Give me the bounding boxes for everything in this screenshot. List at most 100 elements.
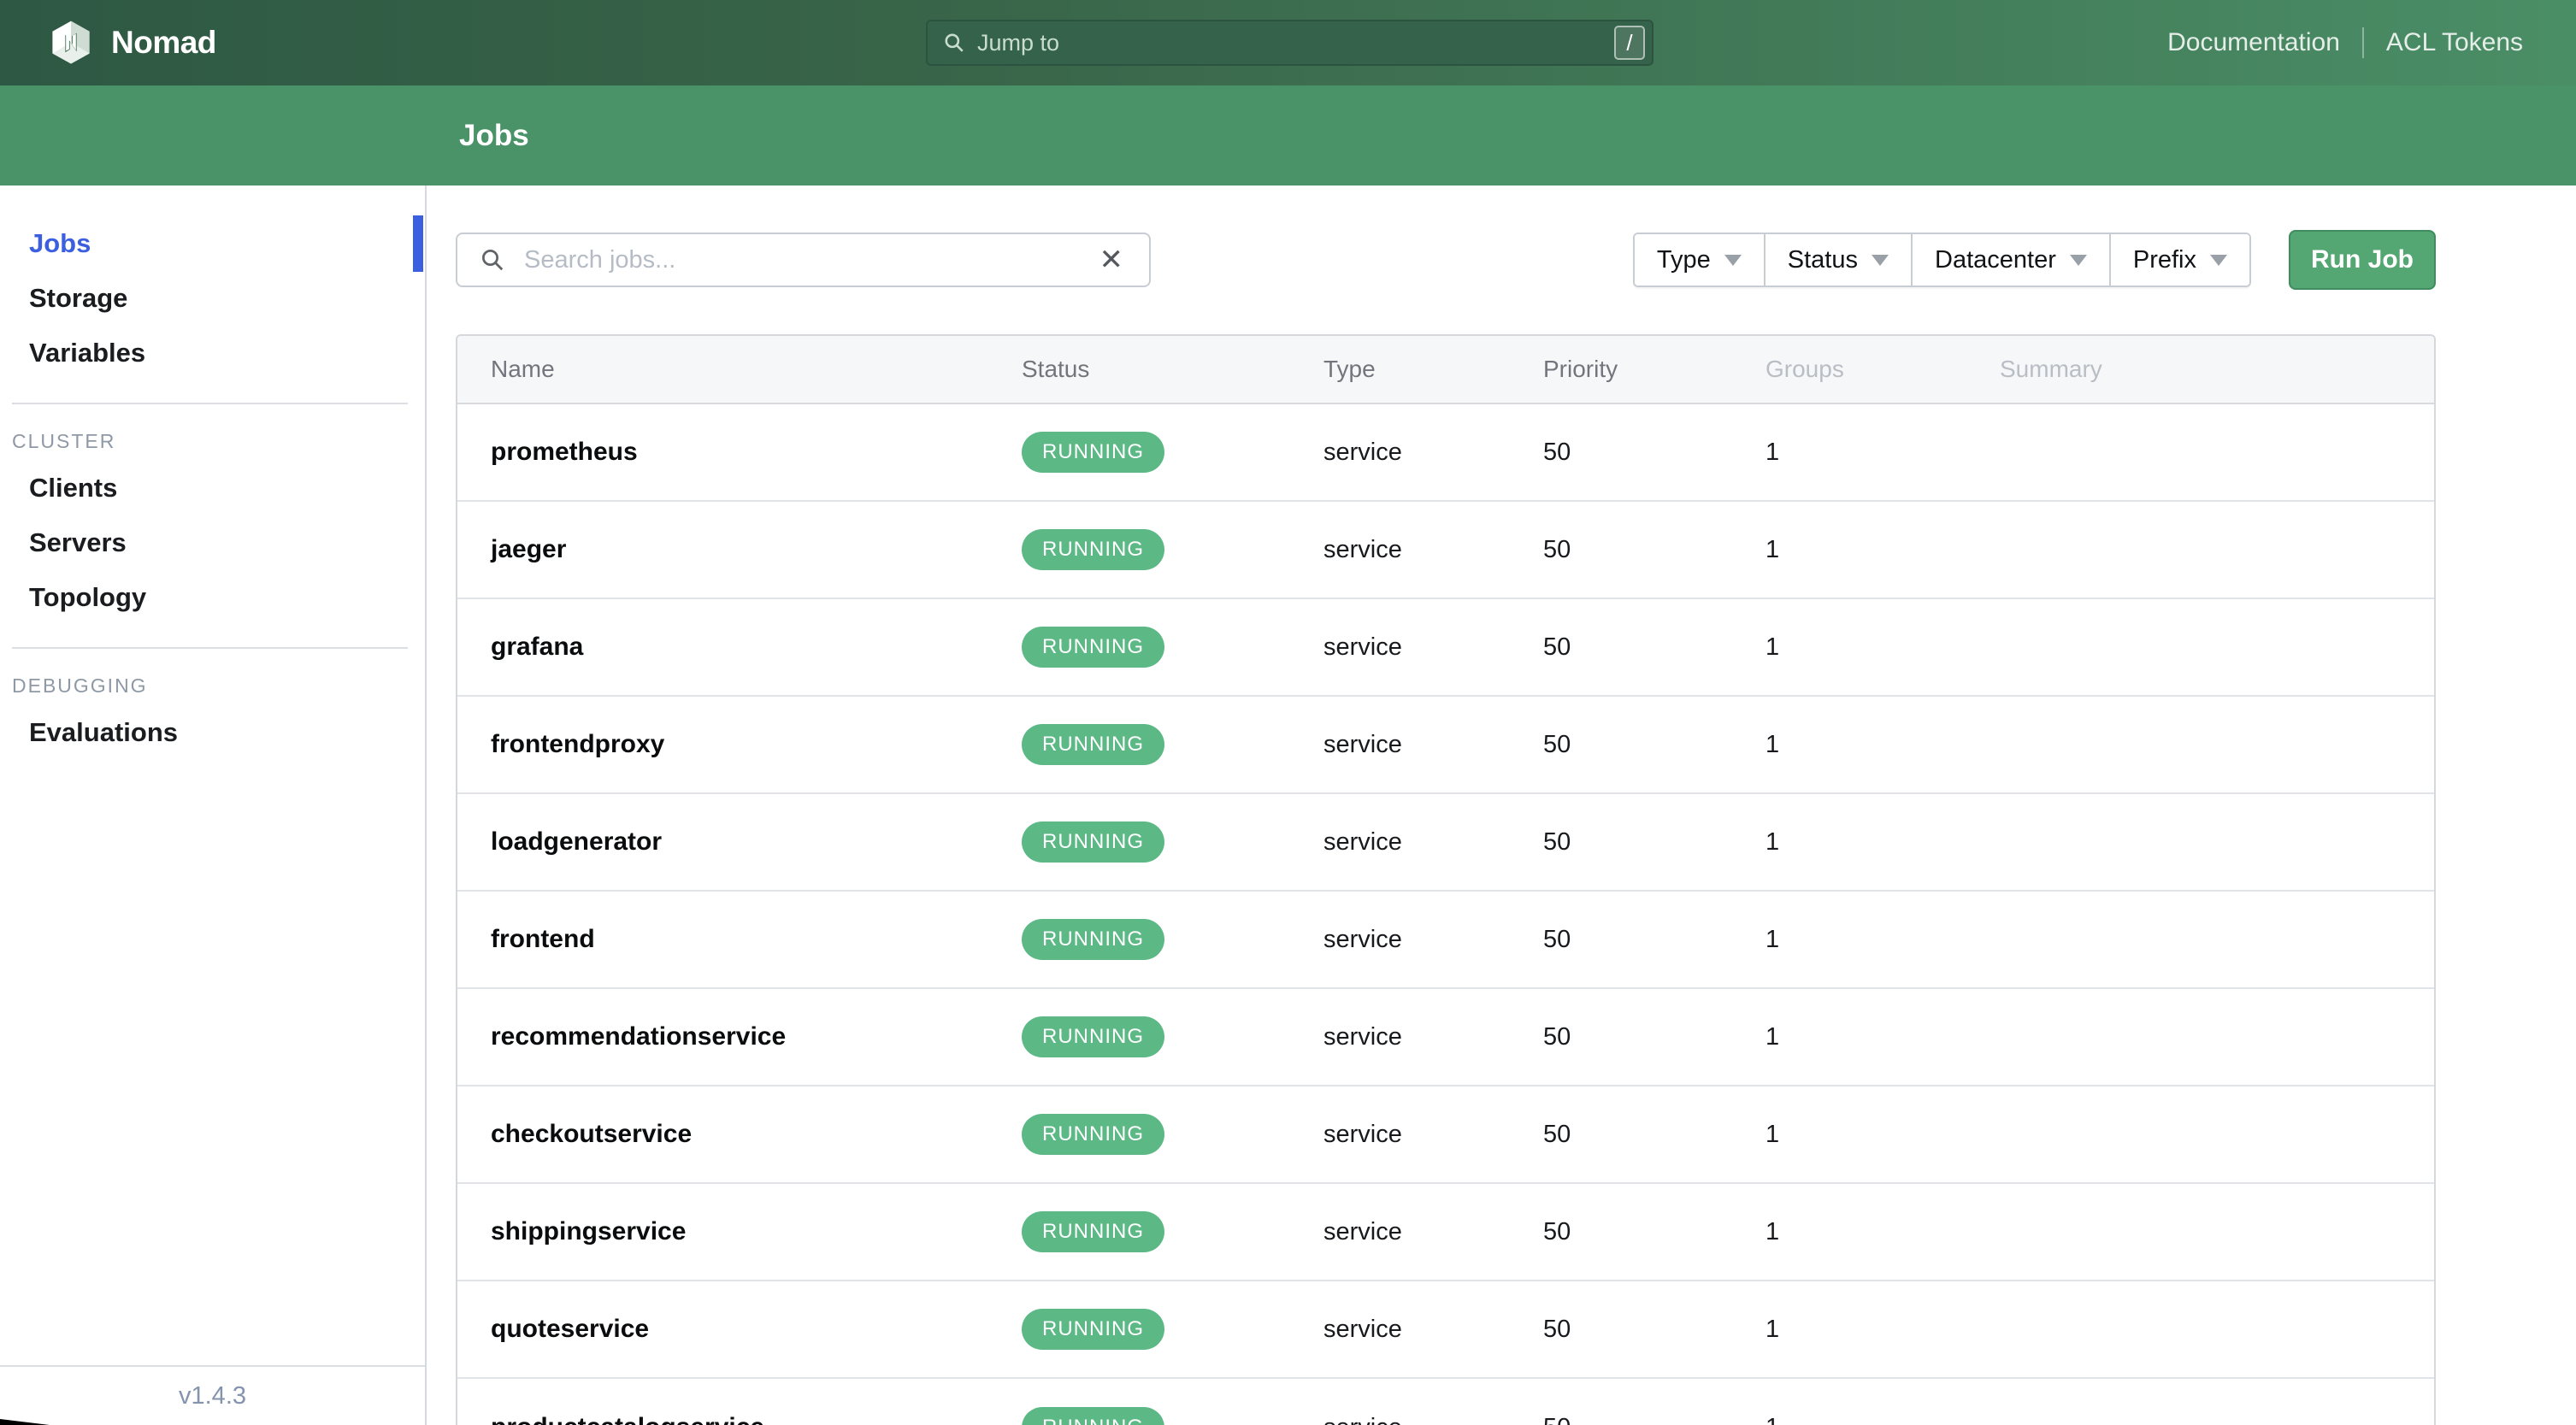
column-header-status[interactable]: Status <box>1022 356 1323 383</box>
jump-to-search[interactable]: Jump to / <box>926 20 1653 66</box>
filter-datacenter-button[interactable]: Datacenter <box>1913 234 2111 286</box>
nomad-version: v1.4.3 <box>0 1365 425 1425</box>
job-type: service <box>1323 1120 1402 1148</box>
job-row[interactable]: prometheus RUNNING service 50 1 <box>457 404 2434 502</box>
job-priority: 50 <box>1543 1022 1571 1051</box>
search-icon <box>482 250 504 271</box>
job-type: service <box>1323 438 1402 466</box>
column-header-priority[interactable]: Priority <box>1543 356 1765 383</box>
search-clear-icon[interactable]: ✕ <box>1096 245 1128 274</box>
job-groups: 1 <box>1765 1414 2000 1425</box>
sidebar-item-label: Variables <box>29 338 146 368</box>
sidebar-item-label: Topology <box>29 582 147 612</box>
sidebar-divider <box>12 403 408 404</box>
sidebar-divider <box>12 647 408 649</box>
job-row[interactable]: productcatalogservice RUNNING service 50… <box>457 1379 2434 1425</box>
filter-label: Status <box>1787 245 1858 274</box>
chevron-down-icon <box>2210 254 2227 266</box>
toolbar-actions: Type Status Datacenter Prefix Run Job <box>1632 230 2436 290</box>
status-badge: RUNNING <box>1022 627 1164 668</box>
job-priority: 50 <box>1543 438 1571 466</box>
job-name[interactable]: quoteservice <box>457 1315 1022 1344</box>
page-header: Jobs <box>0 85 2576 185</box>
jump-to-placeholder: Jump to <box>977 29 1060 56</box>
job-row[interactable]: frontendproxy RUNNING service 50 1 <box>457 697 2434 794</box>
nomad-logo-icon <box>52 21 90 64</box>
job-type: service <box>1323 925 1402 953</box>
job-name[interactable]: loadgenerator <box>457 827 1022 857</box>
job-row[interactable]: jaeger RUNNING service 50 1 <box>457 502 2434 599</box>
sidebar-item-storage[interactable]: Storage <box>0 271 425 326</box>
job-groups: 1 <box>1765 827 1780 856</box>
job-priority: 50 <box>1543 925 1571 953</box>
sidebar-item-clients[interactable]: Clients <box>0 461 425 515</box>
job-row[interactable]: loadgenerator RUNNING service 50 1 <box>457 794 2434 892</box>
job-name[interactable]: recommendationservice <box>457 1022 1022 1051</box>
sidebar-item-label: Clients <box>29 473 118 503</box>
status-badge: RUNNING <box>1022 432 1164 473</box>
filter-status-button[interactable]: Status <box>1765 234 1913 286</box>
top-navbar: Nomad Jump to / Documentation ACL Tokens <box>0 0 2576 85</box>
job-type: service <box>1323 1022 1402 1051</box>
job-groups: 1 <box>1765 925 1780 953</box>
column-header-name[interactable]: Name <box>457 356 1022 383</box>
job-row[interactable]: checkoutservice RUNNING service 50 1 <box>457 1086 2434 1184</box>
chevron-down-icon <box>2069 254 2087 266</box>
filter-prefix-button[interactable]: Prefix <box>2110 234 2249 286</box>
job-priority: 50 <box>1543 1217 1571 1245</box>
job-row[interactable]: shippingservice RUNNING service 50 1 <box>457 1184 2434 1281</box>
sidebar-item-topology[interactable]: Topology <box>0 570 425 625</box>
job-name[interactable]: frontendproxy <box>457 730 1022 759</box>
column-header-type[interactable]: Type <box>1323 356 1543 383</box>
sidebar-active-indicator <box>413 215 423 272</box>
jobs-search-box: ✕ <box>456 233 1151 287</box>
documentation-link[interactable]: Documentation <box>2167 28 2340 57</box>
filter-type-button[interactable]: Type <box>1634 234 1765 286</box>
status-badge: RUNNING <box>1022 1211 1164 1252</box>
job-name[interactable]: grafana <box>457 633 1022 662</box>
job-name[interactable]: productcatalogservice <box>457 1413 1022 1425</box>
sidebar-item-label: Jobs <box>29 228 91 258</box>
sidebar-item-evaluations[interactable]: Evaluations <box>0 705 425 760</box>
job-name[interactable]: prometheus <box>457 438 1022 467</box>
filter-label: Type <box>1656 245 1711 274</box>
jobs-table-body: prometheus RUNNING service 50 1 jaeger R… <box>457 404 2434 1425</box>
sidebar-item-servers[interactable]: Servers <box>0 515 425 570</box>
sidebar-item-jobs[interactable]: Jobs <box>0 216 425 271</box>
sidebar-item-variables[interactable]: Variables <box>0 326 425 380</box>
job-type: service <box>1323 730 1402 758</box>
job-row[interactable]: recommendationservice RUNNING service 50… <box>457 989 2434 1086</box>
main-content: ✕ Type Status Datacenter <box>427 185 2576 1425</box>
job-row[interactable]: grafana RUNNING service 50 1 <box>457 599 2434 697</box>
status-badge: RUNNING <box>1022 1309 1164 1350</box>
job-name[interactable]: jaeger <box>457 535 1022 564</box>
job-priority: 50 <box>1543 1315 1571 1343</box>
topbar-links: Documentation ACL Tokens <box>2167 0 2523 85</box>
jobs-toolbar: ✕ Type Status Datacenter <box>456 230 2436 290</box>
sidebar-item-label: Storage <box>29 283 128 313</box>
job-type: service <box>1323 1217 1402 1245</box>
sidebar-item-label: Evaluations <box>29 717 178 747</box>
jobs-search-input[interactable] <box>524 245 1096 274</box>
job-name[interactable]: checkoutservice <box>457 1120 1022 1149</box>
chevron-down-icon <box>1724 254 1742 266</box>
column-header-groups: Groups <box>1765 356 1844 382</box>
status-badge: RUNNING <box>1022 1407 1164 1425</box>
job-row[interactable]: quoteservice RUNNING service 50 1 <box>457 1281 2434 1379</box>
job-groups: 1 <box>1765 1022 1780 1051</box>
job-groups: 1 <box>1765 730 1780 758</box>
nomad-brand-link[interactable]: Nomad <box>50 0 216 85</box>
job-groups: 1 <box>1765 1315 1780 1343</box>
job-row[interactable]: frontend RUNNING service 50 1 <box>457 892 2434 989</box>
jobs-table: Name Status Type Priority Groups Summary… <box>456 334 2436 1425</box>
job-name[interactable]: frontend <box>457 925 1022 954</box>
acl-tokens-link[interactable]: ACL Tokens <box>2386 28 2523 57</box>
job-groups: 1 <box>1765 535 1780 563</box>
job-name[interactable]: shippingservice <box>457 1217 1022 1246</box>
job-groups: 1 <box>1765 438 1780 466</box>
run-job-button[interactable]: Run Job <box>2289 230 2436 290</box>
job-groups: 1 <box>1765 1217 1780 1245</box>
filter-label: Datacenter <box>1935 245 2056 274</box>
job-groups: 1 <box>1765 633 1780 661</box>
job-type: service <box>1323 1315 1402 1343</box>
